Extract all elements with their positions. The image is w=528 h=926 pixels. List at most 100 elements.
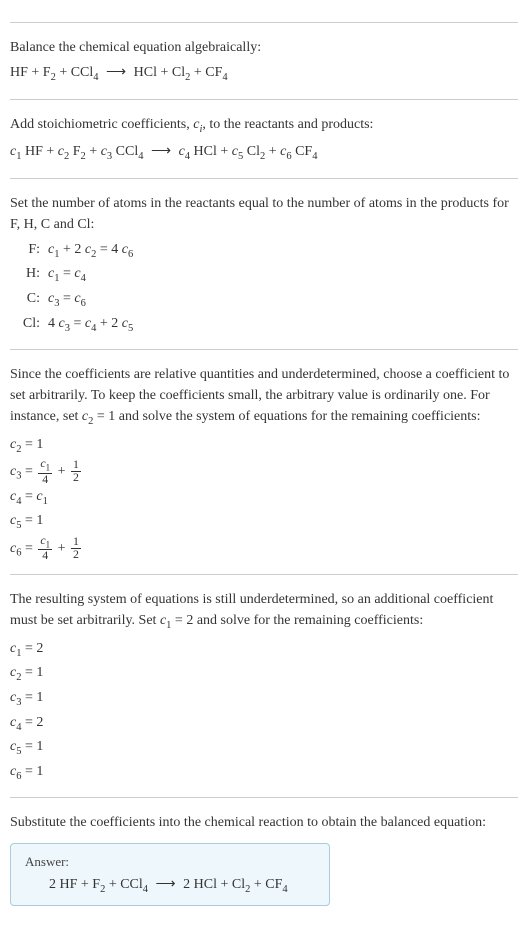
coeff-line: c3 = 1 (10, 687, 518, 712)
sub: 4 (81, 273, 86, 284)
sub: 6 (128, 249, 133, 260)
sub: 4 (222, 72, 227, 83)
arrow-icon: ⟶ (106, 65, 126, 80)
coeff-solution-2: c1 = 2 c2 = 1 c3 = 1 c4 = 2 c5 = 1 c6 = … (10, 638, 518, 786)
val: = 1 (21, 437, 43, 452)
val: = 1 (21, 764, 43, 779)
arrow-icon: ⟶ (151, 144, 171, 159)
eq: = (21, 464, 36, 479)
section-atom-balance: Set the number of atoms in the reactants… (10, 178, 518, 337)
val: = 1 (21, 665, 43, 680)
atom-intro: Set the number of atoms in the reactants… (10, 193, 518, 235)
coeff-line: c4 = 2 (10, 712, 518, 737)
term: + (86, 144, 101, 159)
atom-eq: c1 + 2 c2 = 4 c6 (48, 239, 133, 264)
coeff-line: c4 = c1 (10, 486, 518, 511)
term: 2 HF + F (49, 877, 100, 892)
atom-row-h: H: c1 = c4 (10, 263, 518, 288)
term: CF (292, 144, 313, 159)
term: 2 HCl + Cl (183, 877, 245, 892)
denominator: 4 (38, 474, 52, 486)
denominator: 2 (71, 472, 81, 484)
term: Cl (243, 144, 260, 159)
lhs-part: HF + F (10, 65, 51, 80)
coeff-line: c6 = 1 (10, 761, 518, 786)
t: + 2 (96, 316, 121, 331)
text: = 1 and solve the system of equations fo… (93, 409, 480, 424)
text: Add stoichiometric coefficients, (10, 117, 193, 132)
atom-label: Cl: (10, 313, 48, 335)
sub: 6 (81, 298, 86, 309)
coeff-line: c2 = 1 (10, 434, 518, 459)
atom-row-c: C: c3 = c6 (10, 288, 518, 313)
term: F (69, 144, 80, 159)
problem-statement: Balance the chemical equation algebraica… (10, 37, 518, 58)
term: HCl + (190, 144, 232, 159)
plus: + (54, 464, 69, 479)
fraction: 12 (71, 459, 81, 484)
fraction: c14 (38, 458, 52, 485)
sub: 4 (143, 884, 148, 895)
balanced-equation: 2 HF + F2 + CCl4 ⟶ 2 HCl + Cl2 + CF4 (25, 876, 315, 895)
val: = 2 (21, 715, 43, 730)
atom-eq: c1 = c4 (48, 263, 86, 288)
t: = (70, 316, 85, 331)
t: = 4 (96, 242, 121, 257)
text: = 2 and solve for the remaining coeffici… (171, 613, 423, 628)
atom-equations-table: F: c1 + 2 c2 = 4 c6 H: c1 = c4 C: c3 = c… (10, 239, 518, 337)
sub: 4 (282, 884, 287, 895)
unbalanced-equation: HF + F2 + CCl4 ⟶ HCl + Cl2 + CF4 (10, 62, 518, 87)
section-arbitrary-c1: The resulting system of equations is sti… (10, 574, 518, 785)
t: = (59, 291, 74, 306)
atom-label: C: (10, 288, 48, 310)
section-problem: Balance the chemical equation algebraica… (10, 22, 518, 87)
term: CCl (112, 144, 138, 159)
eq: = (21, 489, 36, 504)
arbitrary-intro: Since the coefficients are relative quan… (10, 364, 518, 430)
t: + 2 (59, 242, 84, 257)
coeff-line: c5 = 1 (10, 510, 518, 535)
val: = 2 (21, 641, 43, 656)
sub: 1 (43, 495, 48, 506)
section-arbitrary-c2: Since the coefficients are relative quan… (10, 349, 518, 562)
atom-label: F: (10, 239, 48, 261)
plus: + (54, 541, 69, 556)
atom-eq: 4 c3 = c4 + 2 c5 (48, 313, 133, 338)
term: HF + (21, 144, 57, 159)
term: + CCl (105, 877, 142, 892)
coeff-line: c3 = c14 + 12 (10, 458, 518, 485)
coeff-line: c2 = 1 (10, 662, 518, 687)
val: = 1 (21, 690, 43, 705)
eq: = (21, 541, 36, 556)
coeff-line: c1 = 2 (10, 638, 518, 663)
text: , to the reactants and products: (202, 117, 373, 132)
atom-label: H: (10, 263, 48, 285)
val: = 1 (21, 513, 43, 528)
lhs-part: + CCl (56, 65, 93, 80)
denominator: 2 (71, 549, 81, 561)
section-coefficients: Add stoichiometric coefficients, ci, to … (10, 99, 518, 166)
coeff-intro: Add stoichiometric coefficients, ci, to … (10, 114, 518, 138)
t: 4 (48, 316, 59, 331)
t: = (59, 266, 74, 281)
val: = 1 (21, 739, 43, 754)
atom-row-cl: Cl: 4 c3 = c4 + 2 c5 (10, 313, 518, 338)
atom-row-f: F: c1 + 2 c2 = 4 c6 (10, 239, 518, 264)
sub: 5 (128, 322, 133, 333)
arrow-icon: ⟶ (156, 877, 176, 892)
fraction: 12 (71, 536, 81, 561)
sub: 4 (138, 151, 143, 162)
coeff-equation: c1 HF + c2 F2 + c3 CCl4 ⟶ c4 HCl + c5 Cl… (10, 141, 518, 166)
coeff-line: c5 = 1 (10, 736, 518, 761)
answer-intro: Substitute the coefficients into the che… (10, 812, 518, 833)
denominator: 4 (38, 550, 52, 562)
rhs-part: + CF (190, 65, 222, 80)
arbitrary2-intro: The resulting system of equations is sti… (10, 589, 518, 634)
term: + CF (250, 877, 282, 892)
term: + (265, 144, 280, 159)
answer-box: Answer: 2 HF + F2 + CCl4 ⟶ 2 HCl + Cl2 +… (10, 843, 330, 906)
coeff-solution-1: c2 = 1 c3 = c14 + 12 c4 = c1 c5 = 1 c6 =… (10, 434, 518, 563)
coeff-line: c6 = c14 + 12 (10, 535, 518, 562)
section-answer: Substitute the coefficients into the che… (10, 797, 518, 906)
sub: 4 (93, 72, 98, 83)
